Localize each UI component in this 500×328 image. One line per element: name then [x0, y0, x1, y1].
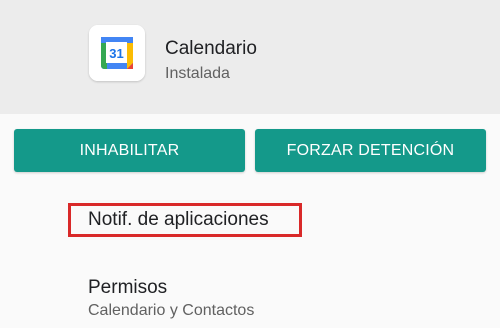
- disable-button[interactable]: INHABILITAR: [14, 129, 245, 172]
- app-notifications-setting[interactable]: Notif. de aplicaciones: [0, 196, 500, 246]
- calendar-day-label: 31: [109, 46, 123, 61]
- calendar-app-icon: 31: [89, 25, 145, 81]
- permissions-summary: Calendario y Contactos: [88, 302, 255, 319]
- permissions-setting[interactable]: Permisos Calendario y Contactos: [0, 266, 500, 328]
- app-notifications-label: Notif. de aplicaciones: [88, 209, 269, 230]
- app-header: 31 Calendario Instalada: [0, 0, 500, 114]
- app-install-status: Instalada: [165, 65, 230, 82]
- force-stop-button[interactable]: FORZAR DETENCIÓN: [255, 129, 486, 172]
- permissions-label: Permisos: [88, 277, 168, 298]
- app-title: Calendario: [165, 38, 257, 59]
